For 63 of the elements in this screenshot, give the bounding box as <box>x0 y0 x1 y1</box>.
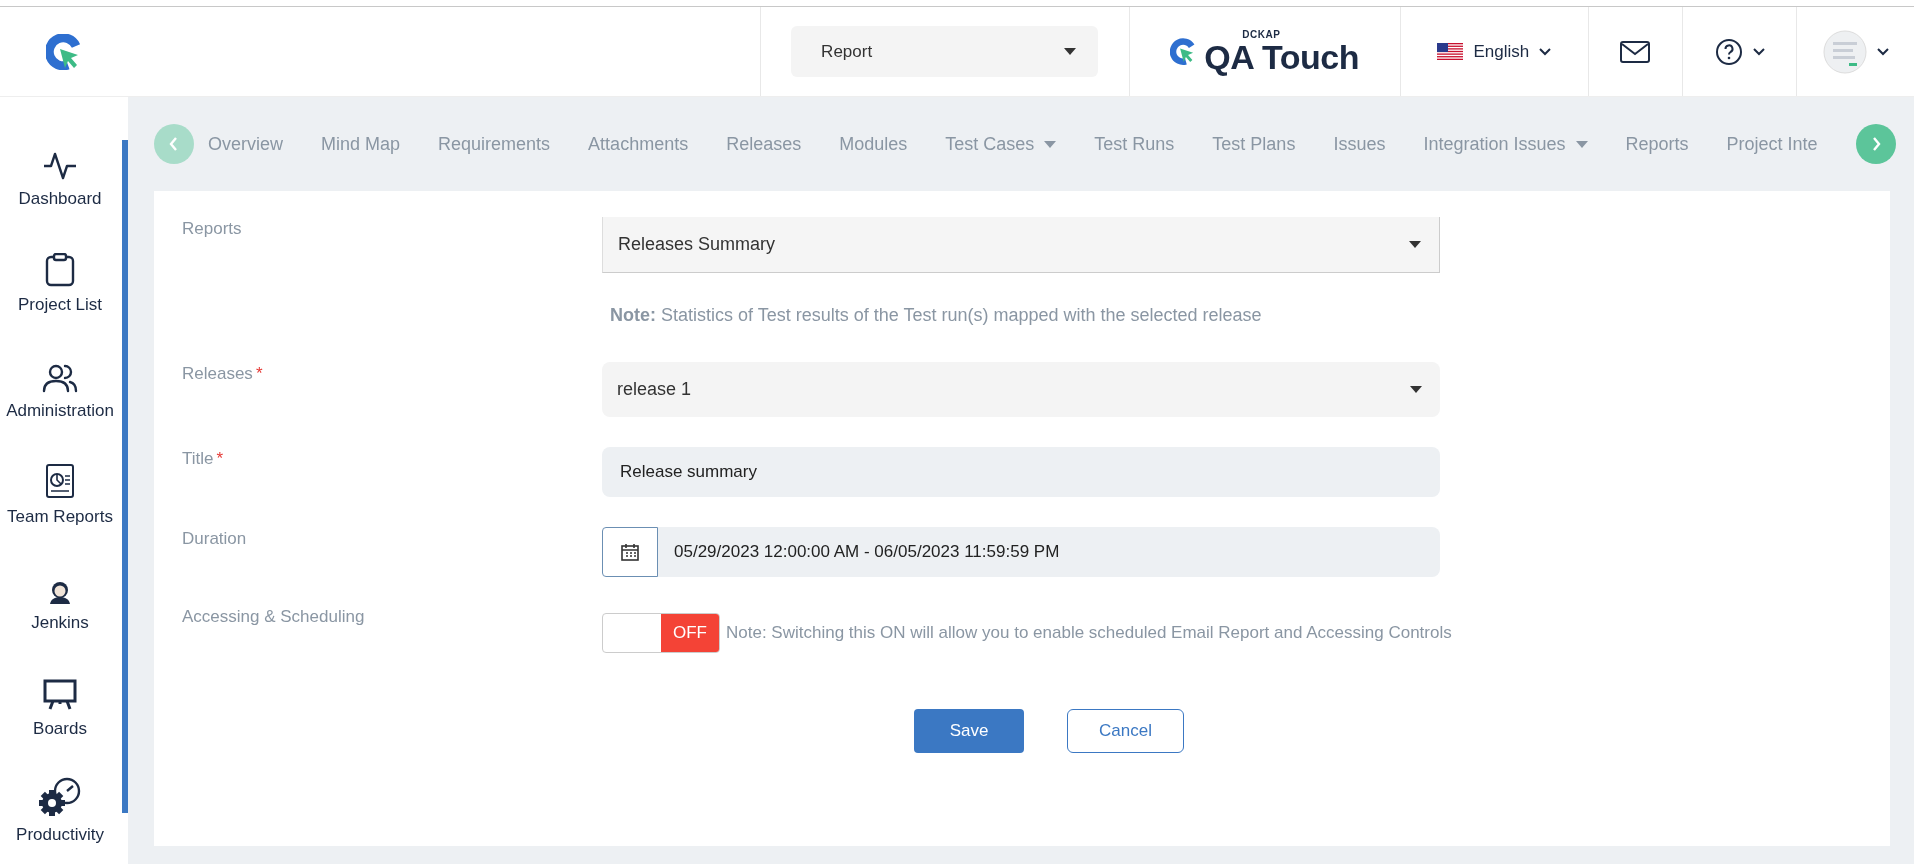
easel-icon <box>43 679 77 711</box>
tab[interactable]: Reports <box>1625 133 1689 155</box>
field-label: Title * <box>182 448 225 470</box>
caret-icon <box>1044 140 1057 148</box>
calendar-button[interactable] <box>602 527 658 577</box>
caret-icon <box>1409 241 1421 248</box>
tab[interactable]: Modules <box>839 133 908 155</box>
calendar-icon <box>621 543 639 561</box>
tab[interactable]: Releases <box>726 133 802 155</box>
sidebar-item[interactable]: Dashboard <box>0 139 120 245</box>
person-icon <box>47 579 73 605</box>
field-label: Accessing & Scheduling <box>182 606 366 628</box>
clipboard-icon <box>45 253 75 287</box>
language-selector[interactable]: English <box>1431 40 1558 63</box>
tab[interactable]: Test Cases <box>945 133 1057 155</box>
caret-icon <box>1876 47 1889 56</box>
chevron-icon <box>169 137 179 151</box>
caret-icon <box>1539 47 1552 56</box>
pulse-icon <box>43 151 77 181</box>
users-icon <box>42 363 78 393</box>
chevron-icon <box>1871 137 1881 151</box>
sidebar-item[interactable]: Productivity <box>0 775 120 864</box>
tab[interactable]: Project Inte <box>1726 133 1818 155</box>
tab[interactable]: Test Plans <box>1212 133 1296 155</box>
tab[interactable]: Test Runs <box>1094 133 1175 155</box>
report-dropdown[interactable]: Releases Summary <box>602 217 1440 273</box>
avatar-icon <box>1822 29 1867 74</box>
release-dropdown[interactable]: release 1 <box>602 362 1440 417</box>
caret-icon <box>1575 140 1588 148</box>
mail-icon[interactable] <box>1620 40 1651 63</box>
tab[interactable]: Overview <box>208 133 283 155</box>
title-field[interactable]: Release summary <box>602 447 1440 497</box>
note-text: Note: Statistics of Test results of the Test run(s) mapped with the selected release <box>610 305 1263 326</box>
save-button[interactable]: Save <box>914 709 1024 753</box>
tab[interactable]: Issues <box>1333 133 1386 155</box>
toggle-label: OFF <box>661 614 719 652</box>
caret-icon <box>1752 47 1765 56</box>
sidebar-item[interactable]: Boards <box>0 669 120 775</box>
cancel-button[interactable]: Cancel <box>1067 709 1184 753</box>
tab[interactable]: Attachments <box>588 133 689 155</box>
report-icon <box>45 463 75 499</box>
field-label: Releases * <box>182 363 264 385</box>
tab[interactable]: Integration Issues <box>1423 133 1588 155</box>
gear-icon <box>38 777 82 817</box>
project-selector[interactable]: Report <box>791 26 1099 77</box>
brand-logo: DCKAP QA Touch <box>1170 29 1359 74</box>
caret-icon <box>1410 386 1422 393</box>
flag-icon <box>1437 43 1464 60</box>
date-range-field[interactable]: 05/29/2023 12:00:00 AM - 06/05/2023 11:59:59 PM <box>658 527 1440 577</box>
field-label: Reports <box>182 218 243 240</box>
sidebar-item[interactable]: Jenkins <box>0 563 120 669</box>
toggle-switch[interactable]: OFF <box>602 613 720 653</box>
sidebar-item[interactable]: Team Reports <box>0 457 120 563</box>
help-icon <box>1714 37 1743 66</box>
logo-icon[interactable] <box>46 33 82 70</box>
sidebar-item[interactable]: Administration <box>0 351 120 457</box>
sidebar-item[interactable]: Project List <box>0 245 120 351</box>
scrollbar[interactable] <box>122 140 128 813</box>
field-label: Duration <box>182 528 248 550</box>
note-text: Note: Switching this ON will allow you to enable scheduled Email Report and Accessing Controls <box>726 623 1452 643</box>
tab[interactable]: Mind Map <box>321 133 401 155</box>
caret-icon <box>1064 48 1077 55</box>
tab[interactable]: Requirements <box>438 133 551 155</box>
